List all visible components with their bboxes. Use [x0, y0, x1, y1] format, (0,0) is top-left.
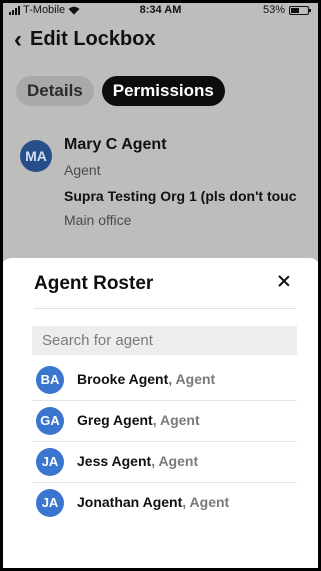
agent-roster-sheet: Agent Roster BA Brooke Agent, Agent GA G…: [0, 258, 321, 571]
roster-role: , Agent: [168, 371, 216, 387]
roster-text: Jess Agent, Agent: [77, 453, 198, 469]
tab-details[interactable]: Details: [16, 76, 94, 106]
page-title: Edit Lockbox: [30, 28, 156, 50]
agent-office: Main office: [64, 212, 132, 228]
list-item[interactable]: JA Jess Agent, Agent: [32, 442, 297, 483]
battery-icon: [289, 5, 311, 15]
roster-role: , Agent: [182, 494, 230, 510]
status-right: 53%: [262, 4, 311, 16]
roster-name: Jonathan Agent: [77, 494, 183, 510]
avatar: JA: [36, 489, 64, 517]
sheet-header: Agent Roster: [34, 258, 296, 309]
screen: T-Mobile 8:34 AM 53% ‹ Edit Lockbox Deta…: [0, 0, 321, 571]
roster-list: BA Brooke Agent, Agent GA Greg Agent, Ag…: [32, 360, 297, 523]
tab-permissions[interactable]: Permissions: [101, 76, 225, 106]
list-item[interactable]: JA Jonathan Agent, Agent: [32, 483, 297, 523]
battery-percent: 53%: [262, 4, 285, 16]
avatar: JA: [36, 448, 64, 476]
roster-name: Brooke Agent: [77, 371, 169, 387]
list-item[interactable]: BA Brooke Agent, Agent: [32, 360, 297, 401]
close-icon[interactable]: [272, 270, 296, 294]
roster-role: , Agent: [152, 412, 200, 428]
roster-role: , Agent: [151, 453, 199, 469]
roster-name: Greg Agent: [77, 412, 153, 428]
avatar: MA: [20, 140, 52, 172]
agent-role: Agent: [64, 162, 101, 178]
nav-bar: ‹ Edit Lockbox: [14, 27, 156, 51]
roster-text: Jonathan Agent, Agent: [77, 494, 229, 510]
agent-name: Mary C Agent: [64, 136, 167, 153]
search-input[interactable]: [32, 326, 297, 355]
sheet-title: Agent Roster: [34, 273, 154, 294]
agent-org: Supra Testing Org 1 (pls don't touc: [64, 188, 297, 204]
status-bar: T-Mobile 8:34 AM 53%: [0, 0, 321, 22]
roster-text: Greg Agent, Agent: [77, 412, 200, 428]
roster-text: Brooke Agent, Agent: [77, 371, 215, 387]
avatar: BA: [36, 366, 64, 394]
tab-bar: Details Permissions: [16, 76, 225, 106]
roster-name: Jess Agent: [77, 453, 152, 469]
chevron-left-icon[interactable]: ‹: [14, 27, 22, 51]
list-item[interactable]: GA Greg Agent, Agent: [32, 401, 297, 442]
avatar: GA: [36, 407, 64, 435]
battery-fill: [291, 7, 299, 13]
